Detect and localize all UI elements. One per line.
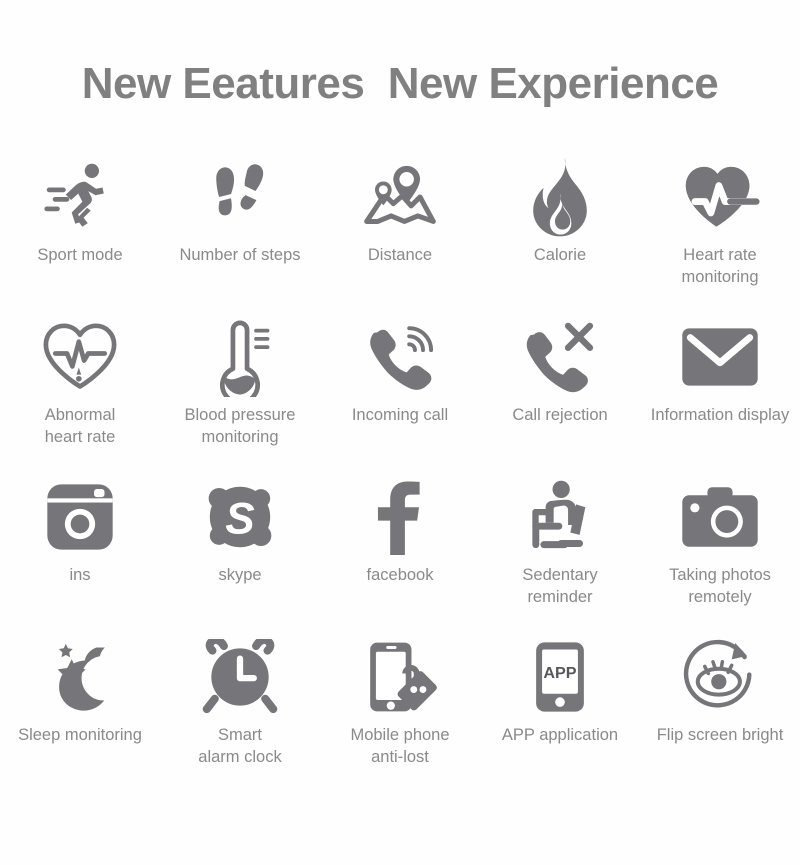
phone-lock-icon	[361, 634, 439, 720]
feature-label: Call rejection	[512, 406, 608, 424]
feature-label: Information display	[650, 406, 790, 424]
feature-label: facebook	[366, 566, 434, 584]
heart-pulse-filled-icon	[679, 154, 761, 240]
feature-item-calorie[interactable]: Calorie	[480, 154, 640, 314]
feature-item-call-rejection[interactable]: Call rejection	[480, 314, 640, 474]
alarm-clock-icon	[201, 634, 279, 720]
feature-item-mobile-phone-anti-lost[interactable]: Mobile phone anti-lost	[320, 634, 480, 794]
skype-icon: S	[204, 474, 276, 560]
page-title: New Eeatures New Experience	[81, 59, 719, 108]
feature-item-information-display[interactable]: Information display	[640, 314, 800, 474]
feature-row: Sleep monitoring Smart alarm clock Mobil…	[0, 634, 800, 794]
feature-label: Blood pressure monitoring	[184, 406, 296, 447]
feature-row: Sport mode Number of steps Distance Calo…	[0, 154, 800, 314]
feature-label: ins	[69, 566, 91, 584]
feature-label: Smart alarm clock	[198, 726, 282, 767]
feature-item-sedentary-reminder[interactable]: Sedentary reminder	[480, 474, 640, 634]
feature-item-skype[interactable]: S skype	[160, 474, 320, 634]
feature-item-incoming-call[interactable]: Incoming call	[320, 314, 480, 474]
instagram-icon	[45, 474, 115, 560]
thermometer-bulb-icon	[208, 314, 272, 400]
feature-item-app-application[interactable]: APP APP application	[480, 634, 640, 794]
feature-label: skype	[218, 566, 262, 584]
feature-row: ins S skype facebook Sedentary reminder …	[0, 474, 800, 634]
feature-label: Incoming call	[351, 406, 449, 424]
phone-ringing-icon	[362, 314, 438, 400]
flame-icon	[529, 154, 591, 240]
feature-item-sleep-monitoring[interactable]: Sleep monitoring	[0, 634, 160, 794]
feature-item-blood-pressure-monitoring[interactable]: Blood pressure monitoring	[160, 314, 320, 474]
running-person-icon	[42, 154, 118, 240]
envelope-icon	[680, 314, 760, 400]
app-glyph-text: APP	[543, 664, 576, 682]
feature-label: APP application	[501, 726, 619, 744]
feature-label: Number of steps	[179, 246, 301, 264]
feature-item-sport-mode[interactable]: Sport mode	[0, 154, 160, 314]
feature-label: Taking photos remotely	[669, 566, 771, 607]
heart-outline-ecg-icon	[40, 314, 120, 400]
feature-grid: Sport mode Number of steps Distance Calo…	[0, 154, 800, 794]
feature-label: Heart rate monitoring	[681, 246, 759, 287]
feature-label: Sleep monitoring	[18, 726, 142, 744]
feature-item-heart-rate-monitoring[interactable]: Heart rate monitoring	[640, 154, 800, 314]
feature-row: Abnormal heart rate Blood pressure monit…	[0, 314, 800, 474]
map-pins-icon	[360, 154, 440, 240]
seated-person-icon	[524, 474, 596, 560]
feature-label: Mobile phone anti-lost	[350, 726, 450, 767]
phone-app-icon: APP	[532, 634, 588, 720]
phone-reject-icon	[522, 314, 598, 400]
footprints-icon	[202, 154, 278, 240]
svg-text:S: S	[225, 494, 254, 543]
feature-item-smart-alarm-clock[interactable]: Smart alarm clock	[160, 634, 320, 794]
feature-item-taking-photos-remotely[interactable]: Taking photos remotely	[640, 474, 800, 634]
feature-label: Sedentary reminder	[522, 566, 598, 607]
feature-label: Abnormal heart rate	[44, 406, 116, 447]
feature-grid-page: New Eeatures New Experience Sport mode N…	[0, 0, 800, 865]
feature-item-distance[interactable]: Distance	[320, 154, 480, 314]
feature-item-abnormal-heart-rate[interactable]: Abnormal heart rate	[0, 314, 160, 474]
feature-item-flip-screen-bright[interactable]: Flip screen bright	[640, 634, 800, 794]
camera-icon	[680, 474, 760, 560]
feature-item-facebook[interactable]: facebook	[320, 474, 480, 634]
feature-label: Sport mode	[37, 246, 123, 264]
facebook-icon	[370, 474, 430, 560]
moon-stars-icon	[41, 634, 119, 720]
feature-item-ins[interactable]: ins	[0, 474, 160, 634]
feature-label: Calorie	[533, 246, 587, 264]
feature-item-number-of-steps[interactable]: Number of steps	[160, 154, 320, 314]
feature-label: Distance	[367, 246, 433, 264]
eye-rotate-icon	[679, 634, 761, 720]
feature-label: Flip screen bright	[656, 726, 784, 744]
